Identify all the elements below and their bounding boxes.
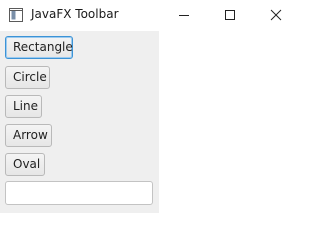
line-button[interactable]: Line <box>5 95 42 118</box>
maximize-button[interactable] <box>207 0 253 30</box>
arrow-button[interactable]: Arrow <box>5 124 52 147</box>
minimize-icon <box>179 15 189 16</box>
vertical-toolbar: Rectangle Circle Line Arrow Oval <box>0 31 159 213</box>
rectangle-button[interactable]: Rectangle <box>5 36 73 59</box>
close-button[interactable] <box>253 0 299 30</box>
app-window: JavaFX Toolbar Rectangle Circle Line Arr… <box>0 0 299 228</box>
text-input-field[interactable] <box>5 181 153 205</box>
maximize-icon <box>225 10 235 20</box>
minimize-button[interactable] <box>161 0 207 30</box>
circle-button[interactable]: Circle <box>5 66 50 89</box>
window-title: JavaFX Toolbar <box>31 7 119 21</box>
oval-button[interactable]: Oval <box>5 153 45 176</box>
window-app-icon <box>9 7 23 22</box>
title-bar[interactable]: JavaFX Toolbar <box>0 0 299 30</box>
close-icon <box>270 9 282 21</box>
